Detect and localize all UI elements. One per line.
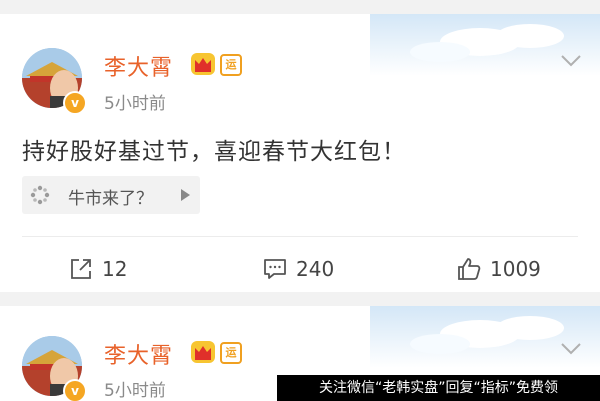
comment-icon	[264, 259, 286, 279]
topic-label: 牛市来了？	[68, 189, 153, 209]
cloud-decoration	[370, 306, 600, 368]
like-button[interactable]: 1009	[456, 254, 541, 284]
post-time: 5小时前	[104, 381, 166, 401]
crown-icon	[191, 53, 215, 75]
verified-badge: v	[63, 91, 87, 115]
like-icon	[458, 258, 481, 280]
post-time: 5小时前	[104, 94, 166, 114]
watermark-banner: 关注微信“老韩实盘”回复“指标”免费领	[277, 375, 600, 401]
chevron-down-icon[interactable]	[560, 54, 582, 68]
chevron-down-icon[interactable]	[560, 342, 582, 356]
comment-count: 240	[296, 257, 335, 281]
verified-badge: v	[63, 379, 87, 401]
share-button[interactable]: 12	[68, 254, 127, 284]
share-icon	[71, 259, 91, 279]
divider	[22, 236, 578, 237]
rank-badge: 运	[220, 342, 242, 364]
topic-link[interactable]: 牛市来了？	[22, 176, 200, 214]
author-name[interactable]: 李大霄	[104, 338, 173, 370]
share-count: 12	[102, 257, 128, 281]
post-content: 持好股好基过节，喜迎春节大红包！	[22, 139, 406, 165]
crown-icon	[191, 341, 215, 363]
comment-button[interactable]: 240	[262, 254, 334, 284]
topic-icon	[30, 185, 50, 205]
rank-badge: 运	[220, 54, 242, 76]
like-count: 1009	[490, 257, 541, 281]
author-name[interactable]: 李大霄	[104, 50, 173, 82]
arrow-right-icon	[181, 189, 190, 201]
post-card: v 李大霄 运 5小时前 持好股好基过节，喜迎春节大红包！ 牛市来了？ 12 2…	[0, 14, 600, 292]
